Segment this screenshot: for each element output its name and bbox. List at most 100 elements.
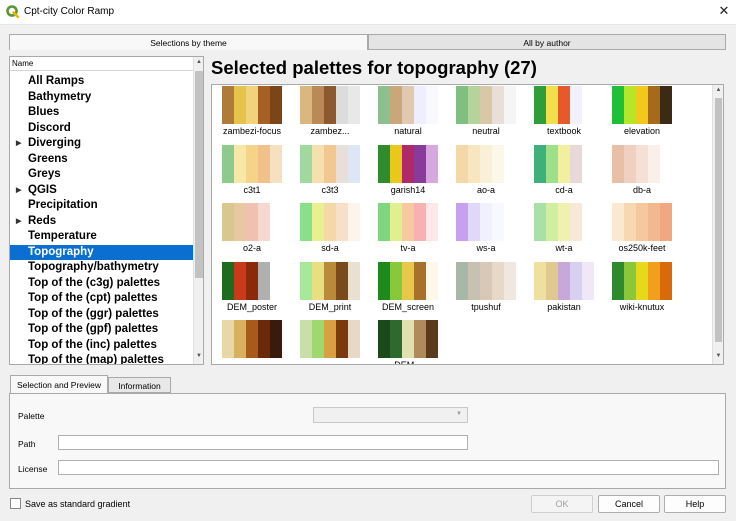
tree-item[interactable]: ▶ QGIS <box>10 183 193 199</box>
palette-cell[interactable]: os250k-feet <box>603 203 681 257</box>
tree-item[interactable]: ▶ Reds <box>10 214 193 230</box>
expand-arrow-icon[interactable]: ▶ <box>16 214 21 230</box>
tree-scroll-thumb[interactable] <box>195 71 203 278</box>
palette-cell[interactable] <box>213 320 291 364</box>
palette-swatch[interactable] <box>378 86 438 124</box>
palette-swatch[interactable] <box>456 86 516 124</box>
help-button[interactable]: Help <box>664 495 726 513</box>
palette-swatch[interactable] <box>456 261 516 300</box>
palette-cell[interactable]: sd-a <box>291 203 369 257</box>
swatch-stripe <box>246 261 258 300</box>
tree-item[interactable]: Top of the (cpt) palettes <box>10 291 193 307</box>
save-standard-gradient-checkbox[interactable] <box>10 498 21 509</box>
license-field[interactable] <box>58 460 719 475</box>
palette-swatch[interactable] <box>222 320 282 358</box>
palette-cell[interactable] <box>291 320 369 364</box>
tree-item[interactable]: Top of the (map) palettes <box>10 353 193 364</box>
tree-item[interactable]: Top of the (c3g) palettes <box>10 276 193 292</box>
palette-swatch[interactable] <box>456 144 516 183</box>
palette-swatch[interactable] <box>222 144 282 183</box>
tree-item[interactable]: Discord <box>10 121 193 137</box>
palette-cell[interactable]: DEM... <box>369 320 447 364</box>
palette-swatch[interactable] <box>378 261 438 300</box>
palette-swatch[interactable] <box>612 144 672 183</box>
palette-cell[interactable]: zambez... <box>291 86 369 140</box>
palette-cell[interactable]: cd-a <box>525 144 603 199</box>
tree-item[interactable]: Top of the (gpf) palettes <box>10 322 193 338</box>
palette-swatch[interactable] <box>378 320 438 358</box>
palette-cell[interactable]: zambezi-focus <box>213 86 291 140</box>
palette-cell[interactable]: neutral <box>447 86 525 140</box>
tree-item-label: Top of the (gpf) palettes <box>28 323 159 335</box>
palette-cell[interactable]: wt-a <box>525 203 603 257</box>
palette-swatch[interactable] <box>222 261 282 300</box>
palette-cell[interactable]: DEM_poster <box>213 261 291 316</box>
expand-arrow-icon[interactable]: ▶ <box>16 183 21 199</box>
palette-cell[interactable]: elevation <box>603 86 681 140</box>
tree-item[interactable]: Blues <box>10 105 193 121</box>
palette-cell[interactable]: db-a <box>603 144 681 199</box>
palette-cell[interactable]: o2-a <box>213 203 291 257</box>
tree-item[interactable]: Topography <box>10 244 193 260</box>
palette-swatch[interactable] <box>300 203 360 241</box>
palette-swatch[interactable] <box>300 261 360 300</box>
tab-selection-and-preview[interactable]: Selection and Preview <box>10 375 108 394</box>
palette-swatch[interactable] <box>612 261 672 300</box>
cancel-button[interactable]: Cancel <box>598 495 660 513</box>
close-icon[interactable]: ✕ <box>716 3 732 19</box>
palette-cell[interactable]: ws-a <box>447 203 525 257</box>
palette-swatch[interactable] <box>456 203 516 241</box>
palette-cell[interactable]: DEM_print <box>291 261 369 316</box>
palette-cell[interactable]: wiki-knutux <box>603 261 681 316</box>
palette-cell[interactable]: tpushuf <box>447 261 525 316</box>
palette-swatch[interactable] <box>222 86 282 124</box>
tab-selections-by-theme[interactable]: Selections by theme <box>9 34 368 50</box>
palette-cell[interactable]: ao-a <box>447 144 525 199</box>
tab-information[interactable]: Information <box>108 377 171 393</box>
scroll-down-icon[interactable]: ▼ <box>194 353 203 359</box>
palette-swatch[interactable] <box>300 86 360 124</box>
palette-swatch[interactable] <box>612 203 672 241</box>
palette-cell[interactable]: garish14 <box>369 144 447 199</box>
tree-item[interactable]: Top of the (ggr) palettes <box>10 307 193 323</box>
palette-cell[interactable]: DEM_screen <box>369 261 447 316</box>
grid-scrollbar[interactable]: ▲ ▼ <box>712 85 723 364</box>
scroll-down-icon[interactable]: ▼ <box>713 353 723 359</box>
palette-swatch[interactable] <box>534 86 594 124</box>
tree-item[interactable]: Greens <box>10 152 193 168</box>
palette-swatch[interactable] <box>534 203 594 241</box>
palette-cell[interactable]: c3t3 <box>291 144 369 199</box>
tree-scrollbar[interactable]: ▲ ▼ <box>193 57 203 364</box>
tree-item[interactable]: All Ramps <box>10 74 193 90</box>
scroll-up-icon[interactable]: ▲ <box>713 87 723 93</box>
tree-item[interactable]: Greys <box>10 167 193 183</box>
palette-swatch[interactable] <box>534 144 594 183</box>
palette-swatch[interactable] <box>222 203 282 241</box>
tree-item[interactable]: Top of the (inc) palettes <box>10 338 193 354</box>
grid-scroll-thumb[interactable] <box>715 98 722 342</box>
palette-swatch[interactable] <box>300 144 360 183</box>
tree-item[interactable]: Bathymetry <box>10 90 193 106</box>
expand-arrow-icon[interactable]: ▶ <box>16 136 21 152</box>
path-field[interactable] <box>58 435 468 450</box>
palette-swatch[interactable] <box>534 261 594 300</box>
tree-item[interactable]: ▶ Diverging <box>10 136 193 152</box>
palette-cell[interactable]: natural <box>369 86 447 140</box>
palette-cell[interactable]: c3t1 <box>213 144 291 199</box>
palette-cell[interactable]: pakistan <box>525 261 603 316</box>
tree-item[interactable]: Topography/bathymetry <box>10 260 193 276</box>
swatch-stripe <box>402 261 414 300</box>
palette-swatch[interactable] <box>378 203 438 241</box>
palette-cell[interactable]: tv-a <box>369 203 447 257</box>
palette-swatch[interactable] <box>378 144 438 183</box>
scroll-up-icon[interactable]: ▲ <box>194 59 203 65</box>
palette-cell[interactable]: textbook <box>525 86 603 140</box>
palette-combobox[interactable]: ▼ <box>313 407 468 423</box>
swatch-stripe <box>570 144 582 183</box>
palette-swatch[interactable] <box>300 320 360 358</box>
palette-swatch[interactable] <box>612 86 672 124</box>
tree-item[interactable]: Precipitation <box>10 198 193 214</box>
tree-item[interactable]: Temperature <box>10 229 193 245</box>
tab-all-by-author[interactable]: All by author <box>368 34 726 50</box>
ok-button[interactable]: OK <box>531 495 593 513</box>
